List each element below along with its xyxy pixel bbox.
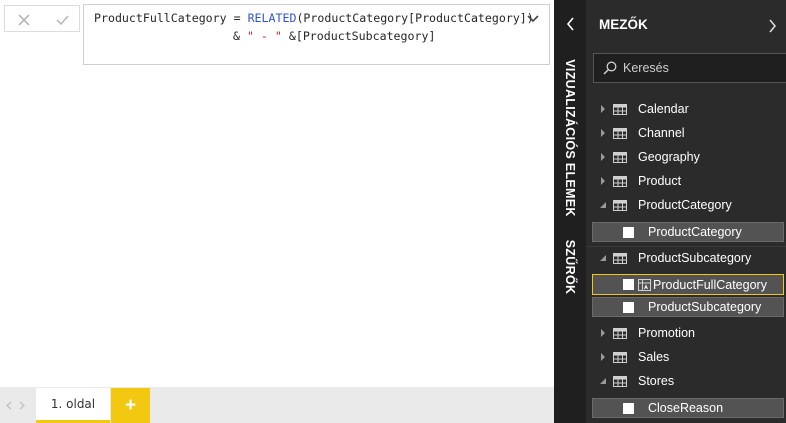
table-productsubcategory[interactable]: ProductSubcategory [593, 247, 786, 269]
formula-text: ProductFullCategory = [94, 11, 248, 25]
formula-text: &[ProductSubcategory] [281, 29, 436, 43]
fields-pane-title: MEZŐK [599, 17, 648, 32]
formula-string: " - " [246, 29, 282, 43]
cancel-formula-button[interactable] [5, 6, 43, 33]
formula-text: & [233, 29, 247, 43]
formula-controls [4, 5, 80, 32]
table-icon [613, 175, 627, 187]
chevron-right-icon [769, 19, 776, 33]
table-geography[interactable]: Geography [593, 146, 786, 168]
field-label: ProductCategory [648, 225, 742, 239]
visualizations-pane-label[interactable]: VIZUALIZÁCIÓS ELEMEK [563, 59, 577, 216]
close-icon [18, 13, 30, 26]
search-input[interactable] [623, 61, 773, 75]
field-checkbox[interactable] [623, 226, 634, 238]
expand-fields-button[interactable] [764, 14, 782, 38]
caret-right-icon [601, 329, 605, 337]
table-productcategory[interactable]: ProductCategory [593, 194, 786, 216]
formula-line-2: & " - " &[ProductSubcategory] [233, 29, 435, 44]
caret-expanded-icon [599, 201, 606, 208]
caret-right-icon [601, 105, 605, 113]
commit-formula-button[interactable] [43, 6, 81, 33]
table-label: ProductSubcategory [638, 251, 752, 265]
formula-keyword: RELATED [247, 11, 297, 25]
table-channel[interactable]: Channel [593, 122, 786, 144]
caret-right-icon [601, 353, 605, 361]
chevron-down-icon [527, 15, 539, 23]
field-productcategory[interactable]: ProductCategory [592, 222, 784, 242]
caret-expanded-icon [599, 254, 606, 261]
table-icon [613, 127, 627, 139]
field-productsubcategory[interactable]: ProductSubcategory [592, 297, 784, 317]
filters-pane-label[interactable]: SZŰRŐK [563, 240, 577, 295]
caret-right-icon [601, 177, 605, 185]
chevron-right-icon[interactable] [18, 401, 26, 410]
field-closereason[interactable]: CloseReason [592, 398, 784, 418]
table-label: Channel [638, 126, 685, 140]
field-checkbox[interactable] [623, 279, 634, 290]
calculated-column-icon [638, 278, 651, 291]
formula-line-1: ProductFullCategory = RELATED(ProductCat… [94, 11, 534, 26]
table-icon [613, 199, 627, 211]
table-label: ProductCategory [638, 198, 732, 212]
chevron-left-icon[interactable] [5, 401, 13, 410]
table-icon [613, 351, 627, 363]
table-icon [613, 375, 627, 387]
table-label: Geography [638, 150, 700, 164]
caret-right-icon [601, 153, 605, 161]
field-productfullcategory[interactable]: ProductFullCategory [592, 274, 784, 295]
table-label: Sales [638, 350, 670, 364]
table-stores[interactable]: Stores [593, 370, 786, 392]
table-calendar[interactable]: Calendar [593, 98, 786, 120]
tab-page-1[interactable]: 1. oldal [36, 388, 110, 423]
formula-editor[interactable]: ProductFullCategory = RELATED(ProductCat… [83, 4, 550, 65]
table-label: Product [638, 174, 682, 188]
caret-expanded-icon [599, 377, 606, 384]
table-icon [613, 103, 627, 115]
table-icon [613, 151, 627, 163]
page-nav-arrows [3, 396, 31, 414]
fields-search [593, 53, 786, 83]
caret-right-icon [601, 129, 605, 137]
table-label: Calendar [638, 102, 689, 116]
table-label: Promotion [638, 326, 695, 340]
table-product[interactable]: Product [593, 170, 786, 192]
plus-icon: + [124, 395, 137, 416]
table-label: Stores [638, 374, 675, 388]
table-promotion[interactable]: Promotion [593, 322, 786, 344]
chevron-left-icon [566, 17, 574, 31]
field-label: ProductSubcategory [648, 300, 762, 314]
table-icon [613, 252, 627, 264]
field-checkbox[interactable] [623, 301, 634, 313]
field-label: CloseReason [648, 401, 724, 415]
table-icon [613, 327, 627, 339]
check-icon [55, 14, 69, 25]
formula-text: (ProductCategory[ProductCategory]) [296, 11, 534, 25]
field-label: ProductFullCategory [653, 277, 767, 292]
field-checkbox[interactable] [623, 402, 634, 414]
expand-formula-button[interactable] [525, 11, 541, 27]
table-sales[interactable]: Sales [593, 346, 786, 368]
collapse-panes-button[interactable] [554, 12, 586, 36]
add-page-button[interactable]: + [111, 388, 150, 423]
search-icon [603, 61, 617, 75]
